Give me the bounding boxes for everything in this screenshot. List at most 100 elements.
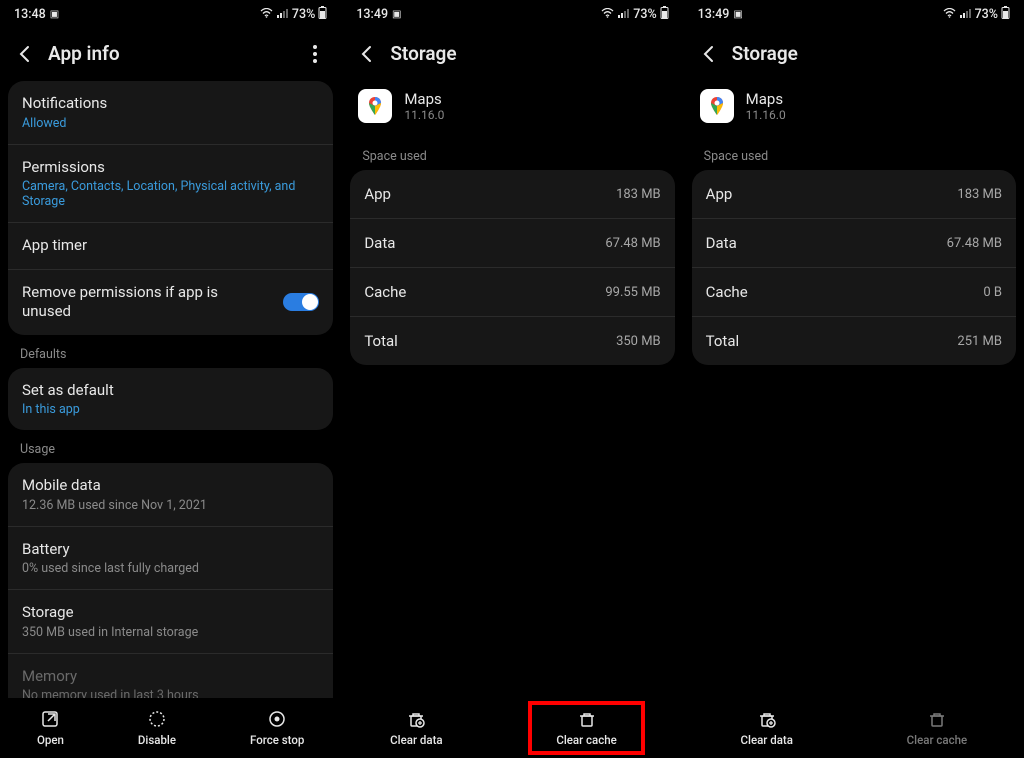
wifi-icon bbox=[943, 7, 956, 22]
bottom-bar: Clear data Clear cache bbox=[342, 698, 682, 758]
removeperms-toggle[interactable] bbox=[283, 293, 319, 311]
row-total-size: Total 251 MB bbox=[692, 317, 1016, 365]
row-cache-size: Cache 99.55 MB bbox=[350, 268, 674, 317]
back-icon[interactable] bbox=[700, 45, 722, 63]
status-bar: 13:49 ▣ 73% bbox=[342, 0, 682, 28]
clear-data-label: Clear data bbox=[741, 733, 793, 747]
section-space-used: Space used bbox=[342, 137, 682, 170]
row-set-default[interactable]: Set as default In this app bbox=[8, 368, 333, 431]
data-size-value: 67.48 MB bbox=[947, 236, 1002, 251]
page-title: App info bbox=[48, 42, 305, 65]
app-size-value: 183 MB bbox=[616, 187, 661, 202]
image-icon: ▣ bbox=[733, 9, 742, 20]
cache-size-label: Cache bbox=[706, 283, 748, 301]
battery-icon bbox=[1001, 6, 1010, 23]
status-time: 13:49 bbox=[356, 7, 388, 22]
back-icon[interactable] bbox=[16, 45, 38, 63]
mobiledata-value: 12.36 MB used since Nov 1, 2021 bbox=[22, 498, 319, 513]
total-size-value: 251 MB bbox=[957, 334, 1002, 349]
image-icon: ▣ bbox=[392, 9, 401, 20]
app-name: Maps bbox=[404, 90, 444, 108]
screen-app-info: 13:48 ▣ 73% App info Notifications Allow… bbox=[0, 0, 341, 758]
total-size-value: 350 MB bbox=[616, 334, 661, 349]
app-version: 11.16.0 bbox=[404, 108, 444, 122]
open-button[interactable]: Open bbox=[27, 705, 74, 751]
data-size-label: Data bbox=[706, 234, 737, 252]
clear-data-button[interactable]: Clear data bbox=[731, 705, 803, 751]
clear-data-button[interactable]: Clear data bbox=[380, 705, 452, 751]
forcestop-button[interactable]: Force stop bbox=[240, 705, 314, 751]
open-label: Open bbox=[37, 733, 64, 747]
row-app-timer[interactable]: App timer bbox=[8, 223, 333, 270]
titlebar: App info bbox=[0, 28, 341, 81]
storage-card: App 183 MB Data 67.48 MB Cache 0 B Total… bbox=[692, 170, 1016, 365]
cache-size-label: Cache bbox=[364, 283, 406, 301]
row-notifications[interactable]: Notifications Allowed bbox=[8, 81, 333, 145]
screen-storage-before: 13:49 ▣ 73% Storage Maps 11.16.0 Space u… bbox=[341, 0, 682, 758]
section-defaults: Defaults bbox=[0, 335, 341, 368]
wifi-icon bbox=[260, 7, 273, 22]
row-data-size: Data 67.48 MB bbox=[350, 219, 674, 268]
notifications-label: Notifications bbox=[22, 94, 319, 114]
signal-icon bbox=[276, 7, 289, 22]
more-icon[interactable] bbox=[305, 45, 325, 63]
image-icon: ▣ bbox=[50, 9, 59, 20]
battery-icon bbox=[660, 6, 669, 23]
clear-cache-button: Clear cache bbox=[897, 705, 977, 751]
forcestop-label: Force stop bbox=[250, 733, 304, 747]
app-header: Maps 11.16.0 bbox=[342, 81, 682, 137]
page-title: Storage bbox=[390, 42, 666, 65]
row-cache-size: Cache 0 B bbox=[692, 268, 1016, 317]
cache-size-value: 99.55 MB bbox=[605, 285, 660, 300]
notifications-value: Allowed bbox=[22, 116, 319, 131]
permissions-label: Permissions bbox=[22, 158, 319, 178]
battery-label: Battery bbox=[22, 540, 319, 560]
app-name: Maps bbox=[746, 90, 786, 108]
row-app-size: App 183 MB bbox=[692, 170, 1016, 219]
clear-cache-button[interactable]: Clear cache bbox=[528, 701, 644, 755]
status-bar: 13:49 ▣ 73% bbox=[684, 0, 1024, 28]
titlebar: Storage bbox=[342, 28, 682, 81]
storage-label: Storage bbox=[22, 603, 319, 623]
bottom-bar: Clear data Clear cache bbox=[684, 698, 1024, 758]
app-size-label: App bbox=[364, 185, 391, 203]
page-title: Storage bbox=[732, 42, 1008, 65]
data-size-value: 67.48 MB bbox=[605, 236, 660, 251]
setdefault-label: Set as default bbox=[22, 381, 319, 401]
app-size-value: 183 MB bbox=[957, 187, 1002, 202]
row-permissions[interactable]: Permissions Camera, Contacts, Location, … bbox=[8, 145, 333, 224]
status-time: 13:48 bbox=[14, 7, 46, 22]
settings-card-1: Notifications Allowed Permissions Camera… bbox=[8, 81, 333, 335]
app-version: 11.16.0 bbox=[746, 108, 786, 122]
signal-icon bbox=[617, 7, 630, 22]
setdefault-value: In this app bbox=[22, 402, 319, 417]
back-icon[interactable] bbox=[358, 45, 380, 63]
titlebar: Storage bbox=[684, 28, 1024, 81]
row-remove-permissions[interactable]: Remove permissions if app is unused bbox=[8, 270, 333, 335]
settings-card-defaults: Set as default In this app bbox=[8, 368, 333, 431]
row-storage[interactable]: Storage 350 MB used in Internal storage bbox=[8, 590, 333, 654]
section-usage: Usage bbox=[0, 430, 341, 463]
battery-percent: 73% bbox=[633, 7, 656, 22]
clear-cache-label: Clear cache bbox=[556, 733, 616, 747]
row-battery[interactable]: Battery 0% used since last fully charged bbox=[8, 527, 333, 591]
status-time: 13:49 bbox=[698, 7, 730, 22]
row-mobile-data[interactable]: Mobile data 12.36 MB used since Nov 1, 2… bbox=[8, 463, 333, 527]
cache-size-value: 0 B bbox=[983, 285, 1002, 300]
app-header: Maps 11.16.0 bbox=[684, 81, 1024, 137]
row-total-size: Total 350 MB bbox=[350, 317, 674, 365]
apptimer-label: App timer bbox=[22, 236, 319, 256]
section-space-used: Space used bbox=[684, 137, 1024, 170]
battery-percent: 73% bbox=[292, 7, 315, 22]
disable-button[interactable]: Disable bbox=[128, 705, 186, 751]
disable-label: Disable bbox=[138, 733, 176, 747]
wifi-icon bbox=[601, 7, 614, 22]
status-bar: 13:48 ▣ 73% bbox=[0, 0, 341, 28]
settings-card-usage: Mobile data 12.36 MB used since Nov 1, 2… bbox=[8, 463, 333, 716]
battery-value: 0% used since last fully charged bbox=[22, 561, 319, 576]
clear-cache-label: Clear cache bbox=[907, 733, 967, 747]
total-size-label: Total bbox=[706, 332, 740, 350]
memory-label: Memory bbox=[22, 667, 319, 687]
maps-app-icon bbox=[358, 89, 392, 123]
battery-icon bbox=[318, 6, 327, 23]
